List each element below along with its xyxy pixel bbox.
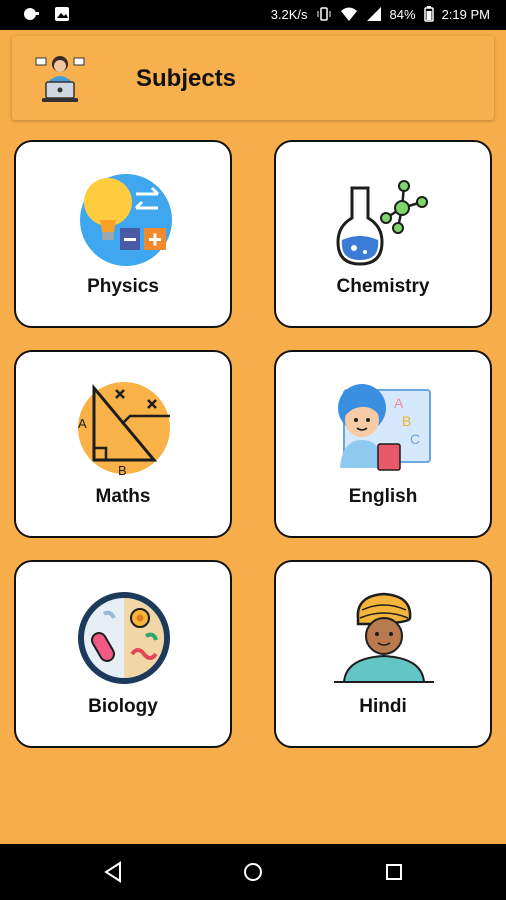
subject-label: English <box>348 486 418 507</box>
biology-icon <box>78 592 170 684</box>
subject-card-hindi[interactable]: Hindi <box>274 560 492 748</box>
battery-icon <box>423 6 434 22</box>
recents-icon[interactable] <box>380 858 408 886</box>
app-bar: Subjects <box>12 36 494 120</box>
teacher-laptop-icon <box>35 56 85 102</box>
subject-card-physics[interactable]: Physics <box>14 140 232 328</box>
subject-label: Maths <box>95 486 151 507</box>
image-notification-icon <box>55 7 69 21</box>
svg-text:B: B <box>118 463 127 478</box>
svg-text:A: A <box>78 416 87 431</box>
maths-icon: A B <box>78 382 170 478</box>
svg-text:A: A <box>394 395 404 411</box>
subject-label: Biology <box>88 696 158 717</box>
app-notification-icon <box>24 8 39 20</box>
physics-icon <box>80 174 172 266</box>
clock: 2:19 PM <box>441 6 490 22</box>
subject-label: Physics <box>87 276 159 297</box>
battery-percent: 84% <box>389 6 416 22</box>
signal-icon <box>366 7 381 21</box>
network-speed: 3.2K/s <box>270 6 308 22</box>
hindi-icon <box>334 592 434 683</box>
subject-label: Chemistry <box>336 276 430 297</box>
back-icon[interactable] <box>99 858 127 886</box>
subject-card-english[interactable]: A B C English <box>274 350 492 538</box>
subject-card-biology[interactable]: Biology <box>14 560 232 748</box>
svg-text:B: B <box>402 413 411 429</box>
status-bar: 3.2K/s 84% 2:19 PM <box>0 0 506 30</box>
subject-label: Hindi <box>359 696 407 717</box>
english-icon: A B C <box>338 384 431 471</box>
chemistry-icon <box>336 180 428 266</box>
home-icon[interactable] <box>239 858 267 886</box>
vibrate-icon <box>317 7 331 21</box>
system-nav-bar <box>0 844 506 900</box>
page-title: Subjects <box>136 65 237 92</box>
wifi-icon <box>340 7 357 21</box>
subject-card-chemistry[interactable]: Chemistry <box>274 140 492 328</box>
svg-text:C: C <box>410 431 420 447</box>
subject-card-maths[interactable]: A B Maths <box>14 350 232 538</box>
